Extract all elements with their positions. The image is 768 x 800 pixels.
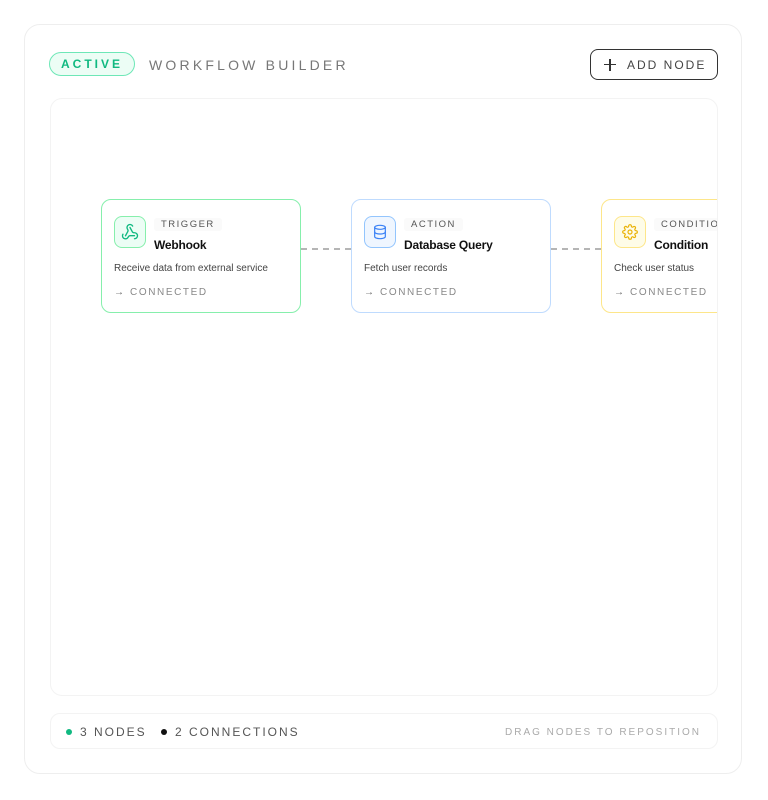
- add-node-button[interactable]: ADD NODE: [590, 49, 718, 80]
- node-status-label: CONNECTED: [380, 287, 458, 298]
- plus-icon: [603, 58, 617, 72]
- status-bar: 3 NODES 2 CONNECTIONS DRAG NODES TO REPO…: [50, 713, 718, 749]
- node-database-query[interactable]: ACTION Database Query Fetch user records…: [351, 199, 551, 313]
- connections-count-stat: 2 CONNECTIONS: [161, 725, 300, 739]
- node-type: CONDITION: [654, 218, 717, 231]
- arrow-right-icon: →: [364, 287, 374, 298]
- node-status: → CONNECTED: [614, 287, 708, 298]
- node-condition[interactable]: CONDITION Condition Check user status → …: [601, 199, 717, 313]
- workflow-canvas[interactable]: TRIGGER Webhook Receive data from extern…: [50, 98, 718, 696]
- node-status: → CONNECTED: [364, 287, 458, 298]
- node-status-label: CONNECTED: [130, 287, 208, 298]
- database-icon: [364, 216, 396, 248]
- status-badge: ACTIVE: [49, 52, 135, 76]
- drag-hint: DRAG NODES TO REPOSITION: [505, 727, 701, 738]
- node-description: Receive data from external service: [114, 263, 268, 274]
- nodes-count: 3 NODES: [80, 725, 147, 739]
- node-description: Check user status: [614, 263, 695, 274]
- connection-line: [301, 248, 351, 250]
- node-type: TRIGGER: [154, 218, 222, 231]
- black-dot-icon: [161, 729, 167, 735]
- node-description: Fetch user records: [364, 263, 448, 274]
- node-webhook[interactable]: TRIGGER Webhook Receive data from extern…: [101, 199, 301, 313]
- nodes-count-stat: 3 NODES: [66, 725, 147, 739]
- node-name: Webhook: [154, 238, 207, 252]
- webhook-icon: [114, 216, 146, 248]
- add-node-label: ADD NODE: [627, 57, 707, 72]
- node-status: → CONNECTED: [114, 287, 208, 298]
- gear-icon: [614, 216, 646, 248]
- page-title: WORKFLOW BUILDER: [149, 57, 349, 73]
- connection-line: [551, 248, 601, 250]
- green-dot-icon: [66, 729, 72, 735]
- node-name: Database Query: [404, 238, 493, 252]
- arrow-right-icon: →: [114, 287, 124, 298]
- arrow-right-icon: →: [614, 287, 624, 298]
- node-type: ACTION: [404, 218, 463, 231]
- node-name: Condition: [654, 238, 709, 252]
- connections-count: 2 CONNECTIONS: [175, 725, 300, 739]
- node-status-label: CONNECTED: [630, 287, 708, 298]
